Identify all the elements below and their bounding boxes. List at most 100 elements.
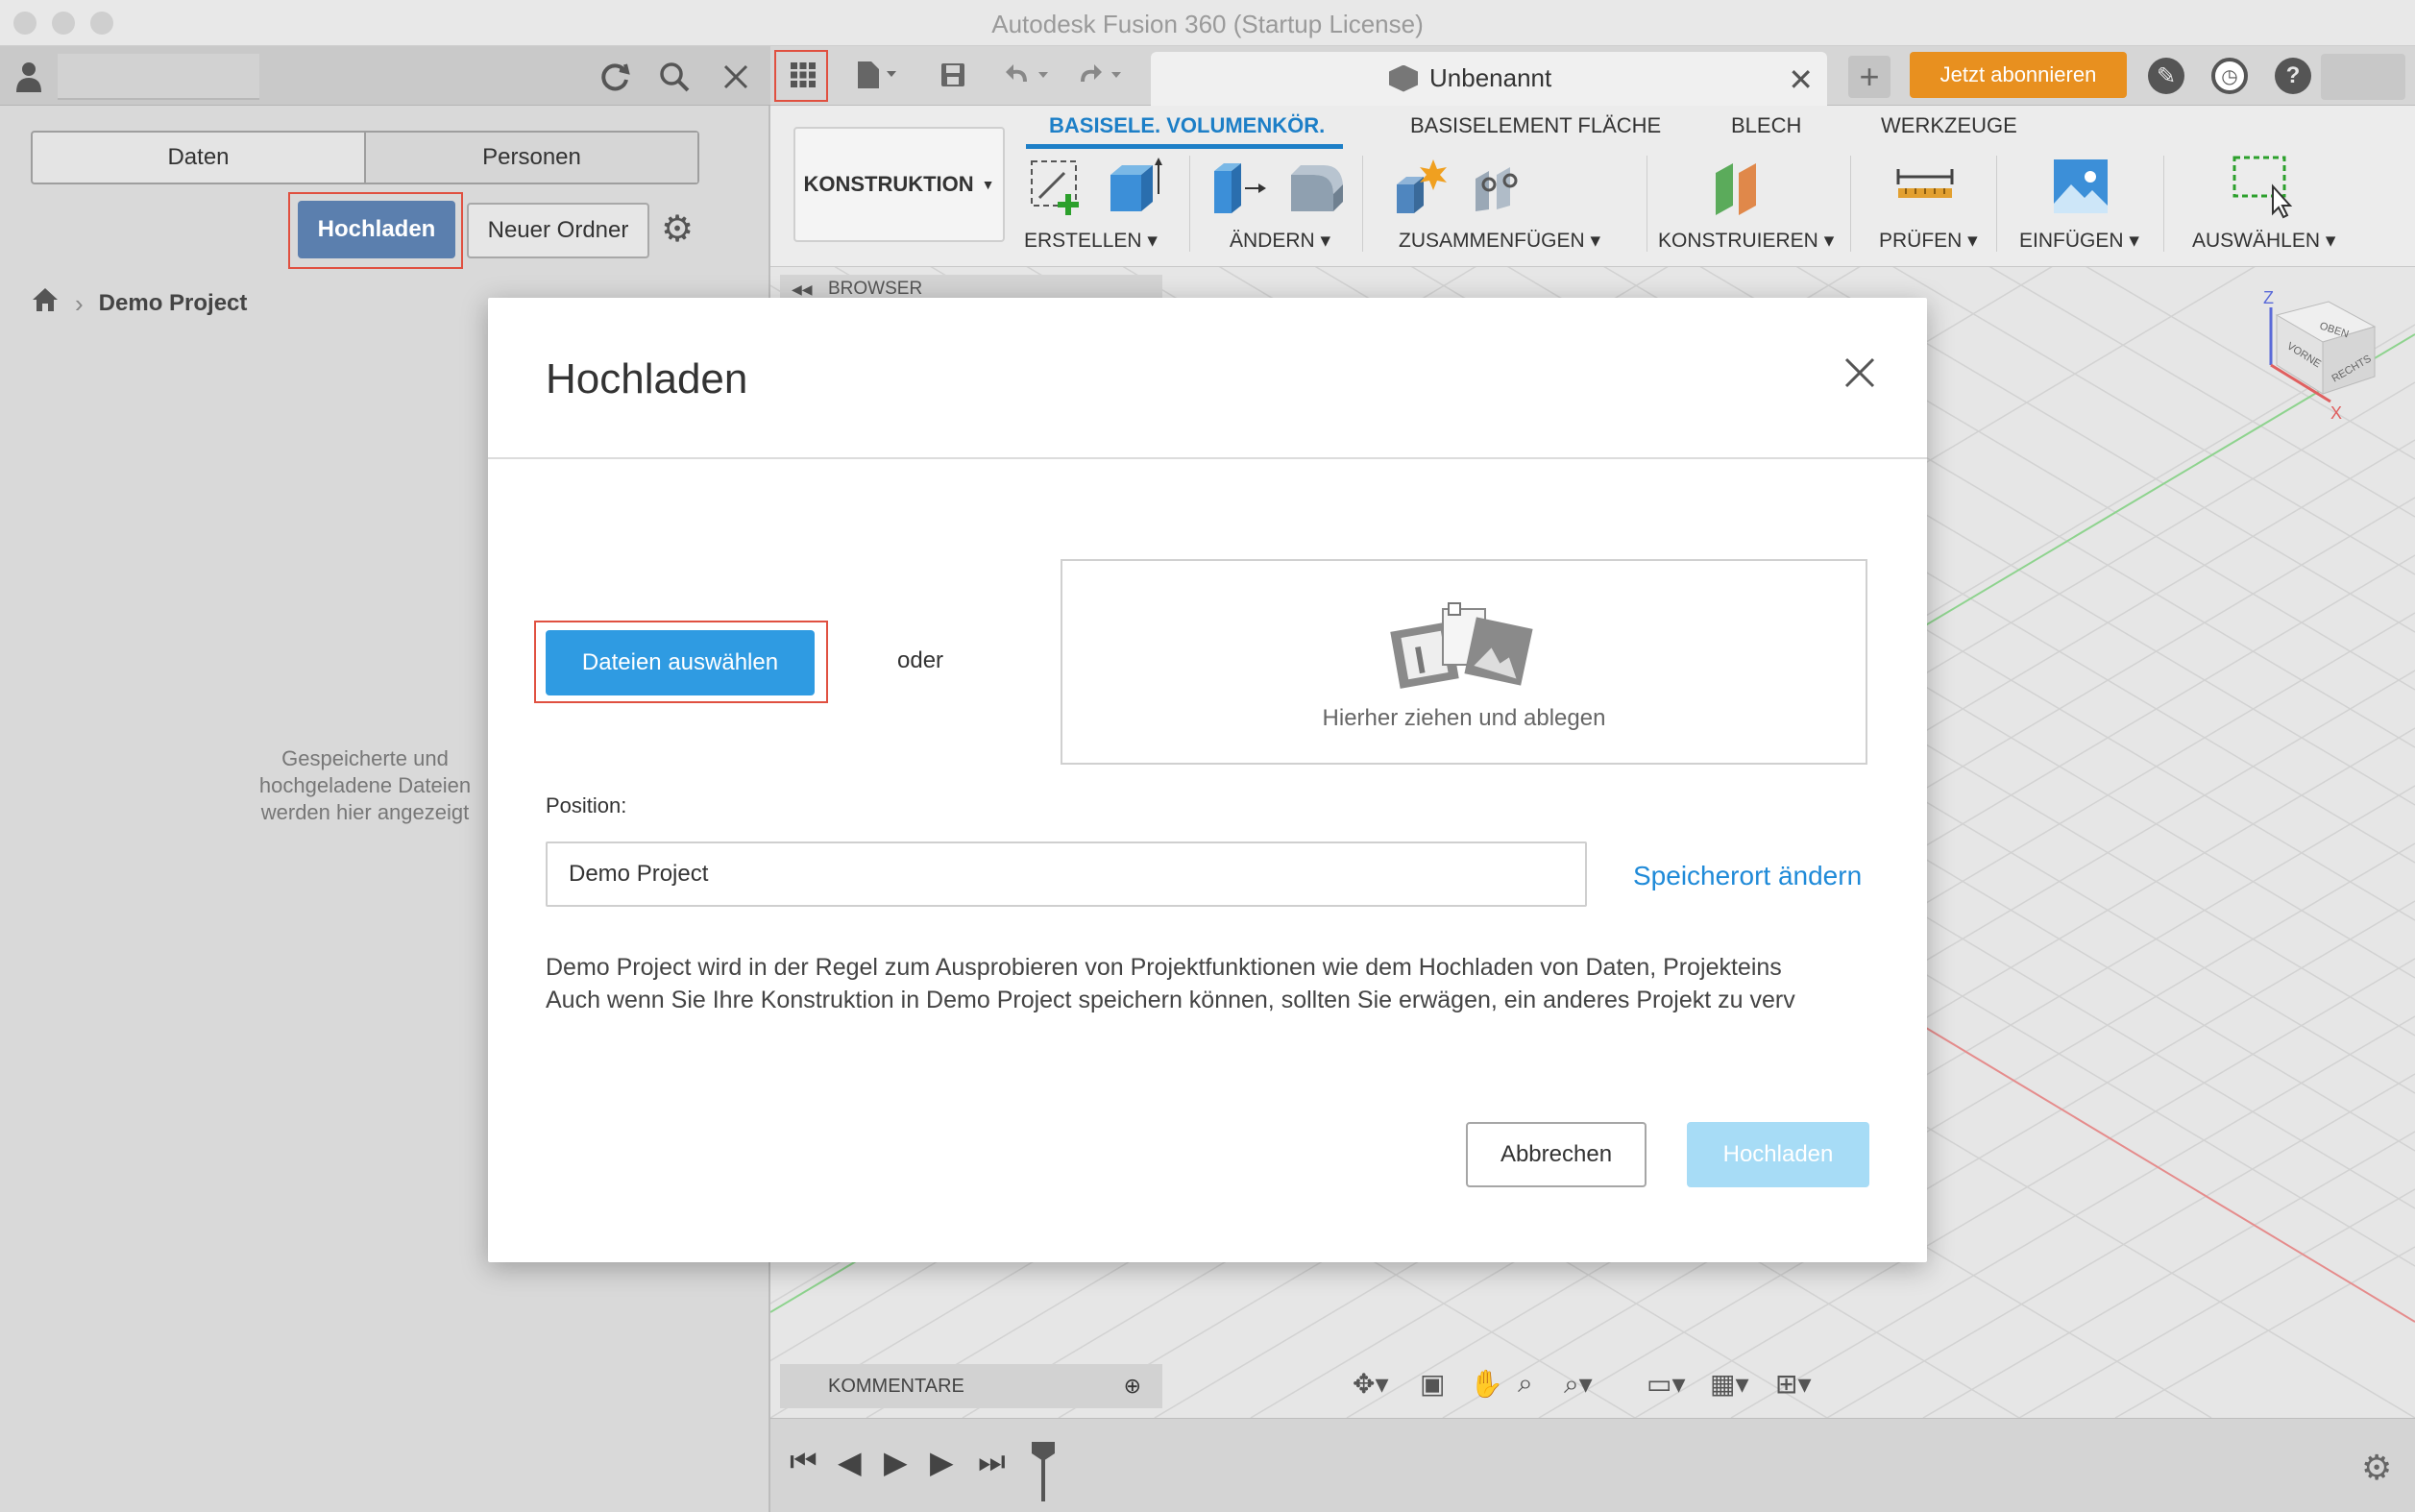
zoom-icon[interactable]: ⌕: [1518, 1368, 1533, 1400]
description-line: Demo Project wird in der Regel zum Auspr…: [546, 954, 1782, 981]
choose-files-button[interactable]: Dateien auswählen: [546, 630, 815, 695]
orbit-icon[interactable]: ✥▾: [1353, 1368, 1389, 1400]
comments-label: KOMMENTARE: [828, 1376, 964, 1397]
description-line: Auch wenn Sie Ihre Konstruktion in Demo …: [546, 987, 1795, 1013]
cancel-button[interactable]: Abbrechen: [1466, 1122, 1647, 1187]
skip-to-end-icon[interactable]: ⏭: [978, 1444, 1006, 1480]
active-tab-underline: [1026, 144, 1343, 149]
empty-state-line: werden hier angezeigt: [260, 800, 470, 824]
tab-sheet-metal[interactable]: BLECH: [1731, 113, 1801, 138]
new-component-icon[interactable]: [1391, 156, 1452, 222]
application-toolbar: Unbenannt ✕ + Jetzt abonnieren ✎ ◷ ?: [770, 46, 2415, 106]
account-button[interactable]: [2321, 54, 2405, 100]
upload-button[interactable]: Hochladen: [298, 201, 455, 258]
tab-personen[interactable]: Personen: [364, 133, 697, 183]
upload-dialog: Hochladen Dateien auswählen oder I Hierh…: [488, 298, 1927, 1262]
project-selector[interactable]: [58, 54, 259, 100]
pan-icon[interactable]: ✋: [1470, 1368, 1503, 1400]
group-modify[interactable]: ÄNDERN ▾: [1230, 229, 1330, 253]
create-sketch-icon[interactable]: [1026, 156, 1087, 222]
select-icon[interactable]: [2231, 154, 2298, 226]
group-inspect[interactable]: PRÜFEN ▾: [1879, 229, 1978, 253]
user-icon[interactable]: [10, 58, 48, 96]
dialog-title: Hochladen: [546, 355, 748, 402]
offset-plane-icon[interactable]: [1710, 156, 1771, 222]
tab-tools[interactable]: WERKZEUGE: [1881, 113, 2017, 138]
file-menu-icon[interactable]: [849, 54, 907, 96]
job-status-icon[interactable]: ✎: [2148, 58, 2184, 94]
comments-panel-header[interactable]: KOMMENTARE ⊕: [780, 1364, 1162, 1408]
cube-icon: [1389, 64, 1418, 92]
tab-solid[interactable]: BASISELE. VOLUMENKÖR.: [1049, 113, 1325, 138]
document-name: Unbenannt: [1429, 63, 1552, 92]
refresh-icon[interactable]: [596, 58, 634, 96]
group-construct[interactable]: KONSTRUIEREN ▾: [1658, 229, 1834, 253]
measure-icon[interactable]: [1894, 156, 1956, 222]
data-people-toggle: Daten Personen: [31, 131, 699, 184]
window-title: Autodesk Fusion 360 (Startup License): [991, 10, 1424, 38]
close-tab-icon[interactable]: ✕: [1788, 61, 1814, 98]
change-location-link[interactable]: Speicherort ändern: [1633, 861, 1862, 891]
joint-icon[interactable]: [1468, 156, 1529, 222]
group-select[interactable]: AUSWÄHLEN ▾: [2192, 229, 2335, 253]
insert-image-icon[interactable]: [2050, 156, 2111, 222]
ribbon-divider: [1996, 156, 1997, 252]
upload-submit-button[interactable]: Hochladen: [1687, 1122, 1869, 1187]
new-tab-button[interactable]: +: [1848, 56, 1891, 98]
timeline-marker[interactable]: [1030, 1440, 1057, 1508]
timeline: ⏮ ◀ ▶ ▶ ⏭ ⚙: [770, 1418, 2415, 1512]
empty-state-line: hochgeladene Dateien: [258, 773, 472, 797]
drop-zone[interactable]: I Hierher ziehen und ablegen: [1061, 559, 1867, 765]
ribbon-divider: [1362, 156, 1363, 252]
ribbon-divider: [1850, 156, 1851, 252]
document-tab-title: Unbenannt: [1389, 63, 1551, 93]
grid-icon[interactable]: [784, 54, 822, 96]
browser-label: BROWSER: [828, 279, 923, 299]
redo-icon[interactable]: [1074, 54, 1132, 96]
dialog-header: Hochladen: [488, 298, 1927, 459]
data-panel-toolbar: [0, 46, 770, 106]
timeline-settings-icon[interactable]: ⚙: [2361, 1448, 2392, 1488]
group-assemble[interactable]: ZUSAMMENFÜGEN ▾: [1399, 229, 1600, 253]
viewports-icon[interactable]: ⊞▾: [1775, 1368, 1812, 1400]
position-field[interactable]: [546, 841, 1587, 907]
skip-to-start-icon[interactable]: ⏮: [790, 1444, 817, 1480]
save-icon[interactable]: [934, 54, 972, 96]
extrude-icon[interactable]: [1103, 156, 1164, 222]
tab-surface[interactable]: BASISELEMENT FLÄCHE: [1410, 113, 1661, 138]
fillet-icon[interactable]: [1285, 156, 1347, 222]
position-label: Position:: [546, 793, 627, 817]
clock-icon[interactable]: ◷: [2211, 58, 2248, 94]
files-icon: I: [1389, 599, 1543, 700]
close-icon[interactable]: [1841, 354, 1879, 392]
axis-z-label: Z: [2263, 288, 2274, 307]
step-back-icon[interactable]: ◀: [838, 1444, 862, 1480]
gear-icon[interactable]: ⚙: [661, 207, 694, 251]
play-icon[interactable]: ▶: [884, 1444, 908, 1480]
breadcrumb-project[interactable]: Demo Project: [99, 290, 248, 317]
add-comment-icon[interactable]: ⊕: [1124, 1364, 1141, 1408]
press-pull-icon[interactable]: [1208, 156, 1270, 222]
ribbon-divider: [1189, 156, 1190, 252]
tab-daten[interactable]: Daten: [33, 133, 364, 183]
drop-zone-label: Hierher ziehen und ablegen: [1322, 705, 1606, 731]
caret-down-icon: ▼: [981, 177, 995, 192]
zoom-window-icon[interactable]: ⌕▾: [1564, 1368, 1593, 1401]
close-panel-icon[interactable]: [717, 58, 755, 96]
capture-icon[interactable]: ▣: [1420, 1368, 1445, 1400]
help-icon[interactable]: ?: [2275, 58, 2311, 94]
home-icon[interactable]: [31, 286, 60, 321]
search-icon[interactable]: [655, 58, 694, 96]
new-folder-button[interactable]: Neuer Ordner: [467, 203, 649, 258]
undo-icon[interactable]: [1001, 54, 1059, 96]
grid-settings-icon[interactable]: ▦▾: [1710, 1368, 1749, 1400]
workspace-selector[interactable]: KONSTRUKTION ▼: [793, 127, 1005, 242]
document-tab[interactable]: Unbenannt ✕: [1151, 52, 1827, 106]
empty-state-line: Gespeicherte und: [281, 746, 449, 770]
or-label: oder: [897, 647, 944, 673]
display-settings-icon[interactable]: ▭▾: [1647, 1368, 1686, 1400]
subscribe-button[interactable]: Jetzt abonnieren: [1910, 52, 2127, 98]
group-create[interactable]: ERSTELLEN ▾: [1024, 229, 1158, 253]
group-insert[interactable]: EINFÜGEN ▾: [2019, 229, 2139, 253]
step-forward-icon[interactable]: ▶: [930, 1444, 954, 1480]
